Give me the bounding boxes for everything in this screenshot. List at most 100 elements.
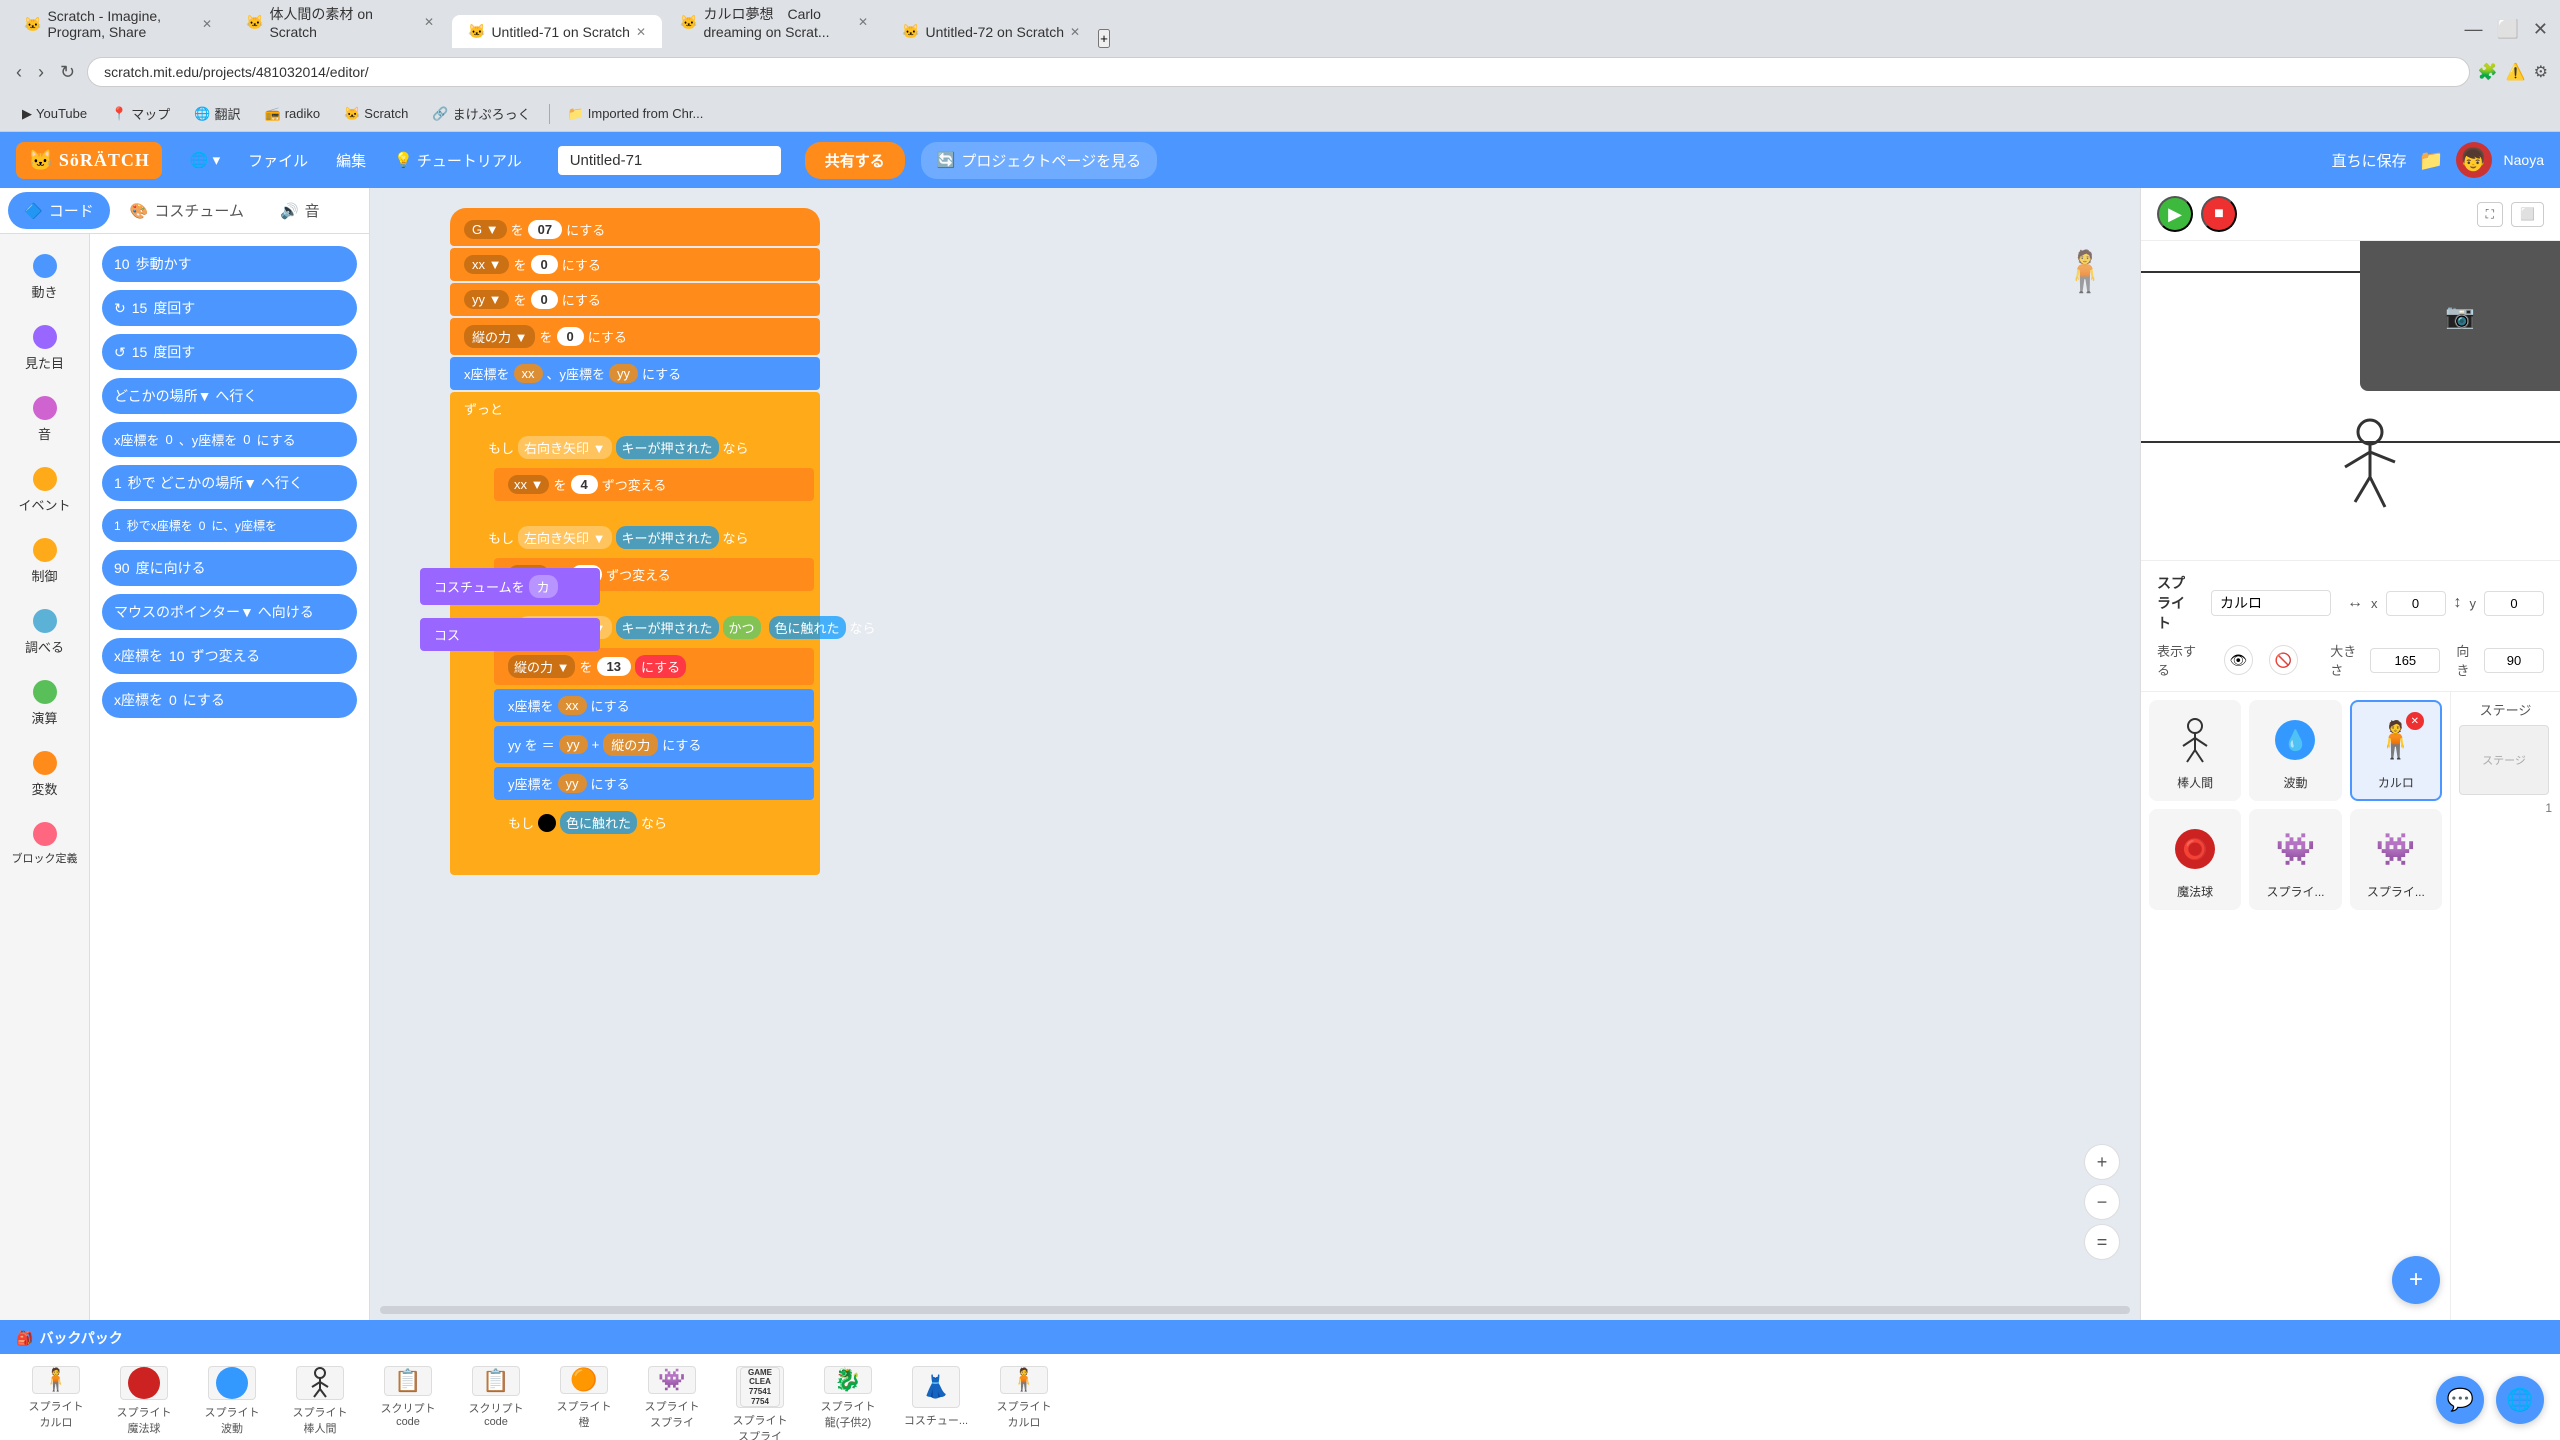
back-button[interactable]: ‹ (12, 58, 26, 87)
block-set-x[interactable]: x座標を 0 にする (102, 682, 357, 718)
project-name-input[interactable] (558, 146, 781, 175)
tab-close[interactable]: ✕ (202, 17, 212, 31)
category-looks[interactable]: 見た目 (0, 313, 89, 384)
tab-costume[interactable]: 🎨 コスチューム (114, 192, 260, 229)
category-control[interactable]: 制御 (0, 526, 89, 597)
detached-block2[interactable]: コス (420, 618, 600, 651)
extension-icon[interactable]: 🧩 (2478, 62, 2498, 82)
bookmark-makepuro[interactable]: 🔗 まけぷろっく (422, 100, 540, 127)
size-input[interactable] (2370, 648, 2440, 673)
block-set-xy[interactable]: x座標を 0 、y座標を 0 にする (102, 422, 357, 457)
block-turn-left[interactable]: ↺ 15 度回す (102, 334, 357, 370)
category-operators[interactable]: 演算 (0, 668, 89, 739)
settings-icon[interactable]: ⚙ (2534, 62, 2548, 82)
block-if-color[interactable]: もし 色に触れた なら (494, 804, 814, 841)
tab-sound[interactable]: 🔊 音 (264, 192, 336, 229)
tab-untitled71[interactable]: 🐱 Untitled-71 on Scratch ✕ (452, 15, 662, 48)
block-point-dir[interactable]: 90 度に向ける (102, 550, 357, 586)
category-events[interactable]: イベント (0, 455, 89, 526)
block-goto[interactable]: どこかの場所▼ へ行く (102, 378, 357, 414)
zoom-reset-button[interactable]: = (2084, 1224, 2120, 1260)
horizontal-scrollbar[interactable] (380, 1306, 2130, 1314)
file-nav-item[interactable]: ファイル (236, 144, 320, 177)
block-move-steps[interactable]: 10 歩動かす (102, 246, 357, 282)
tab-carlo[interactable]: 🐱 カルロ夢想 Carlo dreaming on Scrat... ✕ (664, 0, 884, 48)
block-glide-xy[interactable]: 1 秒でx座標を 0 に、y座標を (102, 509, 357, 542)
block-change-x[interactable]: x座標を 10 ずつ変える (102, 638, 357, 674)
backpack-code2[interactable]: 📋 スクリプトcode (456, 1362, 536, 1432)
user-avatar[interactable]: 👦 (2456, 142, 2492, 178)
backpack-costume[interactable]: 👗 コスチュー... (896, 1362, 976, 1432)
hide-eye-button[interactable]: 🚫 (2269, 645, 2298, 675)
script-area[interactable]: G ▼ を 07 にする xx ▼ を 0 にする yy ▼ (370, 188, 2140, 1320)
block-set-yy[interactable]: yy ▼ を 0 にする (450, 283, 820, 316)
share-button[interactable]: 共有する (805, 142, 905, 179)
sprite-sprai2[interactable]: 👾 スプライ... (2350, 809, 2442, 910)
small-stage-button[interactable]: ⬜ (2511, 202, 2544, 227)
stop-button[interactable]: ■ (2201, 196, 2237, 232)
bookmark-scratch[interactable]: 🐱 Scratch (334, 102, 418, 126)
forward-button[interactable]: › (34, 58, 48, 87)
community-button[interactable]: 🌐 (2496, 1376, 2544, 1424)
tab-scratch[interactable]: 🐱 Scratch - Imagine, Program, Share ✕ (8, 0, 228, 48)
if-right[interactable]: もし 右向き矢印 ▼ キーが押された なら xx ▼ を (474, 429, 816, 517)
detached-costume-block[interactable]: コスチュームを カ (420, 568, 600, 605)
tab-untitled72[interactable]: 🐱 Untitled-72 on Scratch ✕ (886, 15, 1096, 48)
folder-button[interactable]: 📁 (2419, 148, 2444, 173)
category-motion[interactable]: 動き (0, 242, 89, 313)
backpack-sprai1[interactable]: 👾 スプライトスプライ (632, 1362, 712, 1432)
tab-code[interactable]: 🔷 コード (8, 192, 110, 229)
y-coord-input[interactable] (2484, 591, 2544, 616)
backpack-header[interactable]: 🎒 バックパック (0, 1322, 2560, 1354)
block-turn-right[interactable]: ↻ 15 度回す (102, 290, 357, 326)
block-change-xx[interactable]: xx ▼ を 4 ずつ変える (494, 468, 814, 501)
backpack-gameclear[interactable]: GAME CLEA 77541 7754 スプライトスプライ (720, 1362, 800, 1432)
block-set-chikara[interactable]: 縦の力 ▼ を 0 にする (450, 318, 820, 355)
category-sound[interactable]: 音 (0, 384, 89, 455)
category-myblocks[interactable]: ブロック定義 (0, 810, 89, 878)
block-change-chikara[interactable]: 縦の力 ▼ を 13 にする (494, 648, 814, 685)
block-set-x-coord[interactable]: x座標を xx にする (494, 689, 814, 722)
direction-input[interactable] (2484, 648, 2544, 673)
scratch-logo[interactable]: 🐱 SöRÄTCH (16, 142, 162, 179)
backpack-magic[interactable]: スプライト魔法球 (104, 1362, 184, 1432)
block-set-yy-coord[interactable]: y座標を yy にする (494, 767, 814, 800)
tab-close[interactable]: ✕ (1070, 25, 1080, 39)
backpack-dragon[interactable]: 🐉 スプライト龍(子供2) (808, 1362, 888, 1432)
fullscreen-button[interactable]: ⛶ (2477, 202, 2503, 227)
add-sprite-button[interactable]: + (2392, 1256, 2440, 1304)
zoom-in-button[interactable]: + (2084, 1144, 2120, 1180)
chat-button[interactable]: 💬 (2436, 1376, 2484, 1424)
new-tab-button[interactable]: + (1098, 29, 1110, 48)
sprite-name-input[interactable] (2211, 590, 2331, 616)
address-bar[interactable] (87, 57, 2470, 87)
bookmark-translate[interactable]: 🌐 翻訳 (184, 100, 250, 127)
backpack-code1[interactable]: 📋 スクリプトcode (368, 1362, 448, 1432)
sprite-hado[interactable]: 💧 波動 (2249, 700, 2341, 801)
block-point-towards[interactable]: マウスのポインター▼ へ向ける (102, 594, 357, 630)
sprite-magic[interactable]: ⭕ 魔法球 (2149, 809, 2241, 910)
backpack-carlo[interactable]: 🧍 スプライトカルロ (16, 1362, 96, 1432)
backpack-carlo2[interactable]: 🧍 スプライトカルロ (984, 1362, 1064, 1432)
category-sensing[interactable]: 調べる (0, 597, 89, 668)
backpack-hado[interactable]: スプライト波動 (192, 1362, 272, 1432)
tab-close[interactable]: ✕ (858, 15, 868, 29)
tab-close[interactable]: ✕ (424, 15, 434, 29)
block-set-g[interactable]: G ▼ を 07 にする (450, 208, 820, 246)
stage-thumb[interactable]: ステージ (2459, 725, 2549, 795)
minimize-button[interactable]: — (2460, 15, 2486, 44)
tab-close[interactable]: ✕ (636, 25, 646, 39)
carlo-delete-btn[interactable]: ✕ (2406, 712, 2424, 730)
refresh-button[interactable]: ↻ (56, 58, 79, 87)
block-set-y-coord[interactable]: yy を ＝ yy + 縦の力 にする (494, 726, 814, 763)
maximize-button[interactable]: ⬜ (2492, 15, 2522, 44)
block-set-xx[interactable]: xx ▼ を 0 にする (450, 248, 820, 281)
edit-nav-item[interactable]: 編集 (324, 144, 378, 177)
bookmark-map[interactable]: 📍 マップ (101, 100, 180, 127)
globe-nav-item[interactable]: 🌐 ▾ (178, 145, 232, 175)
green-flag-button[interactable]: ▶ (2157, 196, 2193, 232)
sprite-sprai1[interactable]: 👾 スプライ... (2249, 809, 2341, 910)
block-goto-xy[interactable]: x座標を xx 、y座標を yy にする (450, 357, 820, 390)
zoom-out-button[interactable]: − (2084, 1184, 2120, 1220)
tab-hitman[interactable]: 🐱 体人間の素材 on Scratch ✕ (230, 0, 450, 48)
